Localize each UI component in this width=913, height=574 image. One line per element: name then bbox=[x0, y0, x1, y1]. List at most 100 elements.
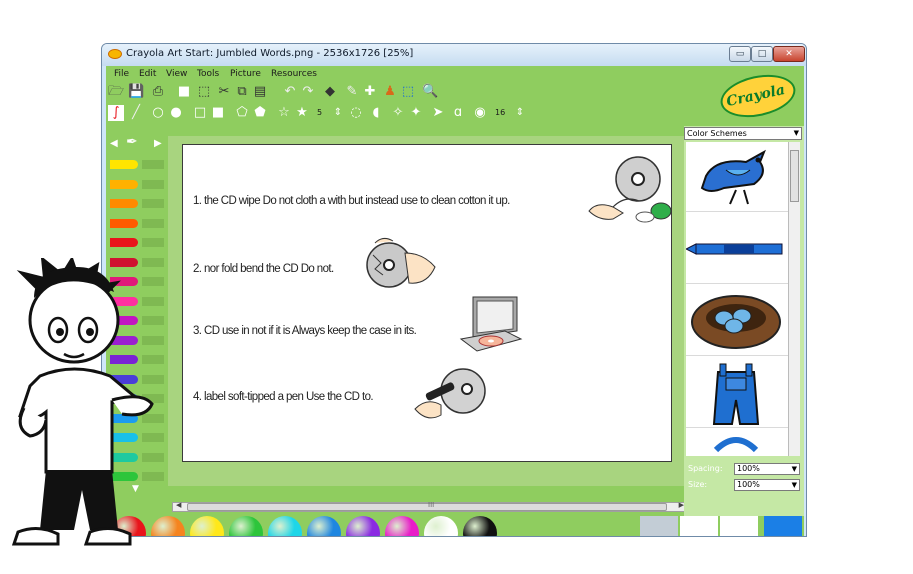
clipart-crayon[interactable] bbox=[686, 214, 788, 284]
new-page-icon[interactable]: ■ bbox=[176, 84, 192, 100]
print-icon[interactable]: ⎙ bbox=[150, 84, 166, 100]
star-points-stepper-icon[interactable]: ⇕ bbox=[330, 105, 346, 121]
burst-filled-icon[interactable]: ✦ bbox=[408, 105, 424, 121]
color-swatch[interactable] bbox=[764, 516, 802, 536]
nav-right-icon[interactable]: ▶ bbox=[154, 138, 162, 149]
burst-outline-icon[interactable]: ✧ bbox=[390, 105, 406, 121]
select-icon[interactable]: ⬚ bbox=[196, 84, 212, 100]
window-title: Crayola Art Start: Jumbled Words.png - 2… bbox=[126, 48, 414, 59]
horizontal-scroll-thumb[interactable]: III bbox=[187, 501, 667, 511]
horizontal-scrollbar[interactable]: ◀ III ▶ bbox=[172, 501, 688, 512]
cartoon-boy-mascot bbox=[11, 258, 154, 546]
rect-filled-icon[interactable]: ■ bbox=[210, 105, 226, 121]
title-bar[interactable]: Crayola Art Start: Jumbled Words.png - 2… bbox=[102, 44, 806, 66]
brush-circle-icon[interactable]: ◉ bbox=[472, 105, 488, 121]
crayon-slot bbox=[142, 199, 164, 208]
open-icon[interactable]: 🗁 bbox=[108, 84, 124, 100]
app-body: File Edit View Tools Picture Resources 🗁… bbox=[106, 66, 804, 536]
color-swatch[interactable] bbox=[720, 516, 758, 536]
crayon-slot bbox=[142, 160, 164, 169]
paint-color[interactable] bbox=[229, 516, 263, 536]
crosshair-icon[interactable]: ✚ bbox=[362, 84, 378, 100]
star-outline-icon[interactable]: ☆ bbox=[276, 105, 292, 121]
paint-color[interactable] bbox=[307, 516, 341, 536]
sentence-1: 1. the CD wipe Do not cloth a with but i… bbox=[193, 195, 510, 207]
callout-outline-icon[interactable]: ◌ bbox=[348, 105, 364, 121]
zoom-icon[interactable]: 🔍 bbox=[422, 84, 438, 100]
size-dropdown[interactable]: 100% ▼ bbox=[734, 479, 800, 491]
line-icon[interactable]: ╱ bbox=[128, 105, 144, 121]
cd-marker-clipart bbox=[414, 368, 486, 419]
chevron-down-icon: ▼ bbox=[791, 465, 797, 473]
crayola-logo: Crayola bbox=[716, 68, 800, 124]
redo-icon[interactable]: ↷ bbox=[300, 84, 316, 100]
nav-left-icon[interactable]: ◀ bbox=[110, 138, 118, 149]
paint-color[interactable] bbox=[268, 516, 302, 536]
pentagon-outline-icon[interactable]: ⬠ bbox=[234, 105, 250, 121]
text-balloon-icon[interactable]: ɑ bbox=[450, 105, 466, 121]
menu-tools[interactable]: Tools bbox=[197, 69, 219, 79]
stamp-icon[interactable]: ♟ bbox=[382, 84, 398, 100]
crayon-app-icon bbox=[108, 49, 122, 59]
clipart-bluebird[interactable] bbox=[686, 142, 788, 212]
crayon-color[interactable] bbox=[110, 218, 138, 228]
drawing-canvas[interactable]: 1. the CD wipe Do not cloth a with but i… bbox=[182, 144, 672, 462]
menu-edit[interactable]: Edit bbox=[139, 69, 156, 79]
maximize-button[interactable]: □ bbox=[751, 46, 773, 62]
callout-filled-icon[interactable]: ◖ bbox=[368, 105, 384, 121]
color-swatch[interactable] bbox=[640, 516, 678, 536]
clipart-nest[interactable] bbox=[686, 286, 788, 356]
menu-picture[interactable]: Picture bbox=[230, 69, 261, 79]
pencil-icon[interactable]: ✎ bbox=[344, 84, 360, 100]
brush-size-value: 16 bbox=[495, 108, 506, 117]
freehand-icon[interactable]: ∫ bbox=[108, 105, 124, 121]
pentagon-filled-icon[interactable]: ⬟ bbox=[252, 105, 268, 121]
vertical-scroll-thumb[interactable] bbox=[790, 150, 799, 202]
paint-color[interactable] bbox=[190, 516, 224, 536]
arrow-shape-icon[interactable]: ➤ bbox=[430, 105, 446, 121]
ellipse-filled-icon[interactable]: ● bbox=[168, 105, 184, 121]
spacing-dropdown[interactable]: 100% ▼ bbox=[734, 463, 800, 475]
minimize-button[interactable]: ▭ bbox=[729, 46, 751, 62]
scroll-left-icon[interactable]: ◀ bbox=[176, 501, 181, 509]
app-window: Crayola Art Start: Jumbled Words.png - 2… bbox=[101, 43, 807, 537]
star-points-value: 5 bbox=[317, 108, 323, 117]
crayon-color[interactable] bbox=[110, 238, 138, 247]
paint-color[interactable] bbox=[463, 516, 497, 536]
undo-icon[interactable]: ↶ bbox=[282, 84, 298, 100]
clipart-partial[interactable] bbox=[686, 430, 788, 456]
ellipse-outline-icon[interactable]: ○ bbox=[150, 105, 166, 121]
paste-icon[interactable]: ▤ bbox=[252, 84, 268, 100]
crayon-color[interactable] bbox=[110, 199, 138, 208]
menu-resources[interactable]: Resources bbox=[271, 69, 317, 79]
menu-view[interactable]: View bbox=[166, 69, 187, 79]
save-icon[interactable]: 💾 bbox=[128, 84, 144, 100]
brush-size-stepper-icon[interactable]: ⇕ bbox=[512, 105, 528, 121]
recent-swatches bbox=[640, 516, 804, 536]
crayon-color[interactable] bbox=[110, 179, 138, 189]
paint-color[interactable] bbox=[385, 516, 419, 536]
menu-bar: File Edit View Tools Picture Resources bbox=[106, 66, 686, 81]
sentence-4: 4. label soft-tipped a pen Use the CD to… bbox=[193, 391, 374, 403]
star-filled-icon[interactable]: ★ bbox=[294, 105, 310, 121]
vertical-scrollbar[interactable] bbox=[788, 142, 800, 456]
color-swatch[interactable] bbox=[680, 516, 718, 536]
color-schemes-dropdown[interactable]: Color Schemes ▼ bbox=[684, 127, 802, 140]
paint-color[interactable] bbox=[346, 516, 380, 536]
right-panel: Color Schemes ▼ Spacing: 100% ▼ Size: 10… bbox=[684, 126, 804, 516]
clipart-overalls[interactable] bbox=[686, 358, 788, 428]
sentence-3: 3. CD use in not if it is Always keep th… bbox=[193, 325, 417, 337]
cut-icon[interactable]: ✂ bbox=[216, 84, 232, 100]
paint-color[interactable] bbox=[424, 516, 458, 536]
rect-outline-icon[interactable]: □ bbox=[192, 105, 208, 121]
copy-icon[interactable]: ⧉ bbox=[234, 84, 250, 100]
close-button[interactable]: ✕ bbox=[773, 46, 805, 62]
size-label: Size: bbox=[688, 480, 708, 489]
crayon-slot bbox=[142, 218, 164, 228]
eyedropper-icon[interactable]: ✒ bbox=[126, 134, 138, 150]
crayon-color[interactable] bbox=[110, 160, 138, 169]
menu-file[interactable]: File bbox=[114, 69, 129, 79]
canvas-area: 1. the CD wipe Do not cloth a with but i… bbox=[168, 136, 684, 486]
zoom-area-icon[interactable]: ⬚ bbox=[400, 84, 416, 100]
fill-icon[interactable]: ◆ bbox=[322, 84, 338, 100]
